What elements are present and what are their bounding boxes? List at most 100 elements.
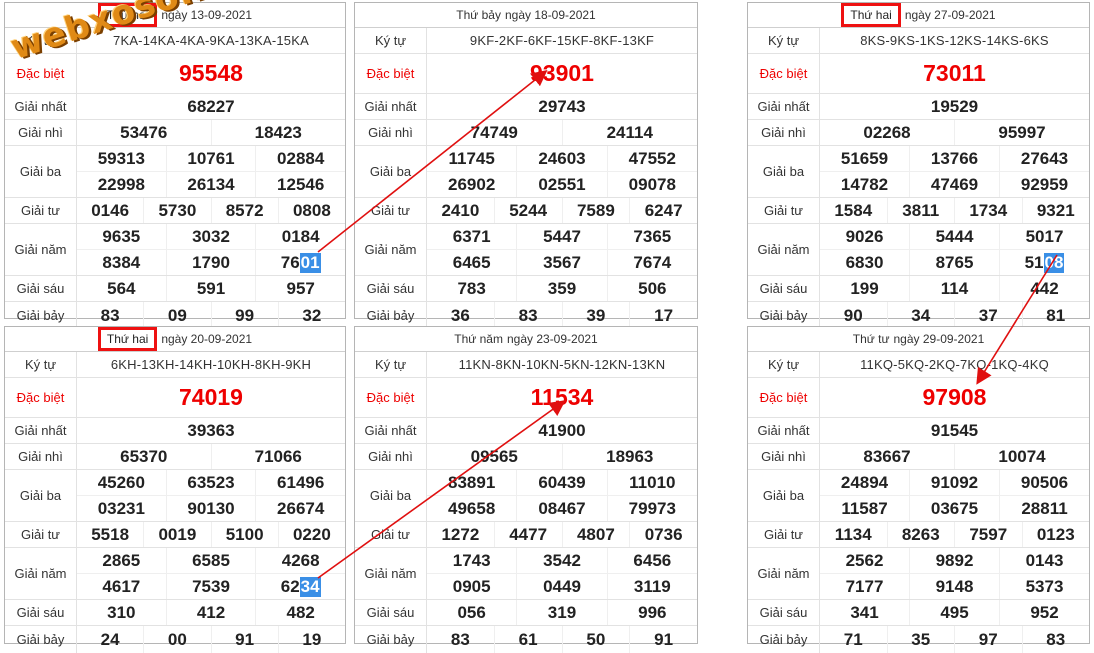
number-line: 36 83 39 17 xyxy=(427,302,697,329)
number-line: 341 495 952 xyxy=(820,600,1089,625)
prize-number: 73011 xyxy=(923,60,986,86)
prize-row-g3: Giải ba 51659 13766 27643 14782 47469 92959 xyxy=(748,146,1089,198)
prize-label: Giải sáu xyxy=(748,276,820,301)
prize-row-kytu: Ký tự 8KS-9KS-1KS-12KS-14KS-6KS xyxy=(748,28,1089,54)
prize-values: 93901 xyxy=(427,54,697,93)
number-line: 9635 3032 0184 xyxy=(77,224,345,249)
prize-number: 1734 xyxy=(954,198,1022,223)
prize-number: 0220 xyxy=(277,522,345,547)
number-line: 2410 5244 7589 6247 xyxy=(427,198,697,223)
result-ticket-4: Thứ năm ngày 23-09-2021 Ký tự 11KN-8KN-10KN… xyxy=(354,326,698,653)
prize-row-g5: Giải năm 9635 3032 0184 8384 1790 76 01 xyxy=(5,224,345,276)
prize-number: 79973 xyxy=(606,496,697,521)
prize-number: 99 xyxy=(210,302,278,329)
prize-row-g1: Giải nhất 68227 xyxy=(5,94,345,120)
prize-number: 11010 xyxy=(606,470,697,495)
prize-number: 5100 xyxy=(210,522,278,547)
prize-row-g7: Giải bảy 83 61 50 91 xyxy=(355,626,697,653)
prize-number: 495 xyxy=(909,600,999,625)
prize-number: 8384 xyxy=(102,252,141,272)
prize-number: 952 xyxy=(999,600,1089,625)
prize-label: Giải bảy xyxy=(355,302,427,329)
prize-values: 11745 24603 47552 26902 02551 09078 xyxy=(427,146,697,197)
prize-values: 11KN-8KN-10KN-5KN-12KN-13KN xyxy=(427,352,697,377)
number-line: 11745 24603 47552 xyxy=(427,146,697,171)
prize-label: Giải năm xyxy=(5,224,77,275)
prize-values: 783 359 506 xyxy=(427,276,697,301)
prize-label: Giải nhì xyxy=(355,120,427,145)
prize-row-g5: Giải năm 9026 5444 5017 6830 8765 51 08 xyxy=(748,224,1089,276)
prize-number: 8572 xyxy=(210,198,278,223)
prize-values: 0146 5730 8572 0808 xyxy=(77,198,345,223)
prize-number: 6247 xyxy=(629,198,697,223)
prize-number: 114 xyxy=(909,276,999,301)
prize-label: Giải sáu xyxy=(355,276,427,301)
prize-values: 11KQ-5KQ-2KQ-7KQ-1KQ-4KQ xyxy=(820,352,1089,377)
prize-label: Đặc biệt xyxy=(5,378,77,417)
prize-values: 564 591 957 xyxy=(77,276,345,301)
prize-number: 10074 xyxy=(954,444,1089,469)
prize-number: 9026 xyxy=(845,226,884,246)
prize-number: 24 xyxy=(100,629,120,649)
number-line: 056 319 996 xyxy=(427,600,697,625)
prize-number: 91 xyxy=(210,626,278,653)
prize-row-g4: Giải tư 1584 3811 1734 9321 xyxy=(748,198,1089,224)
prize-number: 359 xyxy=(516,276,606,301)
result-ticket-0: Thứ hai ngày 13-09-2021 Ký tự 7KA-14KA-4KA-… xyxy=(4,2,346,329)
number-line: 0905 0449 3119 xyxy=(427,573,697,599)
number-line: 11KQ-5KQ-2KQ-7KQ-1KQ-4KQ xyxy=(820,352,1089,377)
prize-row-g2: Giải nhì 02268 95997 xyxy=(748,120,1089,146)
ticket-header: Thứ hai ngày 27-09-2021 xyxy=(748,3,1089,28)
prize-number: 83 xyxy=(1021,626,1090,653)
number-line: 1743 3542 6456 xyxy=(427,548,697,573)
prize-number: 17 xyxy=(629,302,697,329)
prize-row-g2: Giải nhì 65370 71066 xyxy=(5,444,345,470)
number-line: 59313 10761 02884 xyxy=(77,146,345,171)
prize-number: 27643 xyxy=(999,146,1089,171)
number-line: 14782 47469 92959 xyxy=(820,171,1089,197)
prize-row-db: Đặc biệt 73011 xyxy=(748,54,1089,94)
prize-values: 53476 18423 xyxy=(77,120,345,145)
prize-label: Giải nhất xyxy=(748,418,820,443)
prize-label: Giải nhất xyxy=(355,94,427,119)
prize-number: 1584 xyxy=(834,200,873,220)
weekday-label: Thứ tư xyxy=(852,332,890,346)
prize-number: 5730 xyxy=(143,198,210,223)
number-line: 91545 xyxy=(820,418,1089,443)
number-line: 6465 3567 7674 xyxy=(427,249,697,275)
prize-label: Giải năm xyxy=(355,224,427,275)
number-line: 2562 9892 0143 xyxy=(820,548,1089,573)
prize-number: 442 xyxy=(999,276,1089,301)
prize-number: 83891 xyxy=(448,472,496,492)
prize-number: 37 xyxy=(954,302,1022,329)
prize-label: Giải bảy xyxy=(748,302,820,329)
prize-label: Giải ba xyxy=(355,146,427,197)
prize-row-g3: Giải ba 83891 60439 11010 49658 08467 79973 xyxy=(355,470,697,522)
prize-values: 7KA-14KA-4KA-9KA-13KA-15KA xyxy=(77,28,345,53)
prize-number: 2865 xyxy=(102,550,141,570)
prize-label: Giải năm xyxy=(355,548,427,599)
prize-label: Đặc biệt xyxy=(5,54,77,93)
prize-values: 2562 9892 0143 7177 9148 5373 xyxy=(820,548,1089,599)
prize-number: 18963 xyxy=(561,444,698,469)
prize-row-g4: Giải tư 1272 4477 4807 0736 xyxy=(355,522,697,548)
prize-row-g1: Giải nhất 41900 xyxy=(355,418,697,444)
prize-row-g2: Giải nhì 83667 10074 xyxy=(748,444,1089,470)
prize-number: 47552 xyxy=(606,146,697,171)
prize-label: Giải nhì xyxy=(355,444,427,469)
ticket-header: Thứ bảy ngày 18-09-2021 xyxy=(355,3,697,28)
prize-number: 39 xyxy=(561,302,630,329)
prize-values: 056 319 996 xyxy=(427,600,697,625)
prize-number: 996 xyxy=(606,600,697,625)
prize-number: 0184 xyxy=(255,224,345,249)
prize-label: Đặc biệt xyxy=(355,54,427,93)
number-line: 11KN-8KN-10KN-5KN-12KN-13KN xyxy=(427,352,697,377)
prize-number: 91545 xyxy=(930,420,979,440)
prize-label: Giải bảy xyxy=(5,626,77,653)
prize-number: 341 xyxy=(850,602,879,622)
prize-row-g3: Giải ba 11745 24603 47552 26902 02551 09078 xyxy=(355,146,697,198)
weekday-label: Thứ bảy xyxy=(456,8,501,22)
prize-label: Giải nhì xyxy=(5,120,77,145)
prize-number: 3542 xyxy=(516,548,606,573)
prize-number: 9892 xyxy=(909,548,999,573)
